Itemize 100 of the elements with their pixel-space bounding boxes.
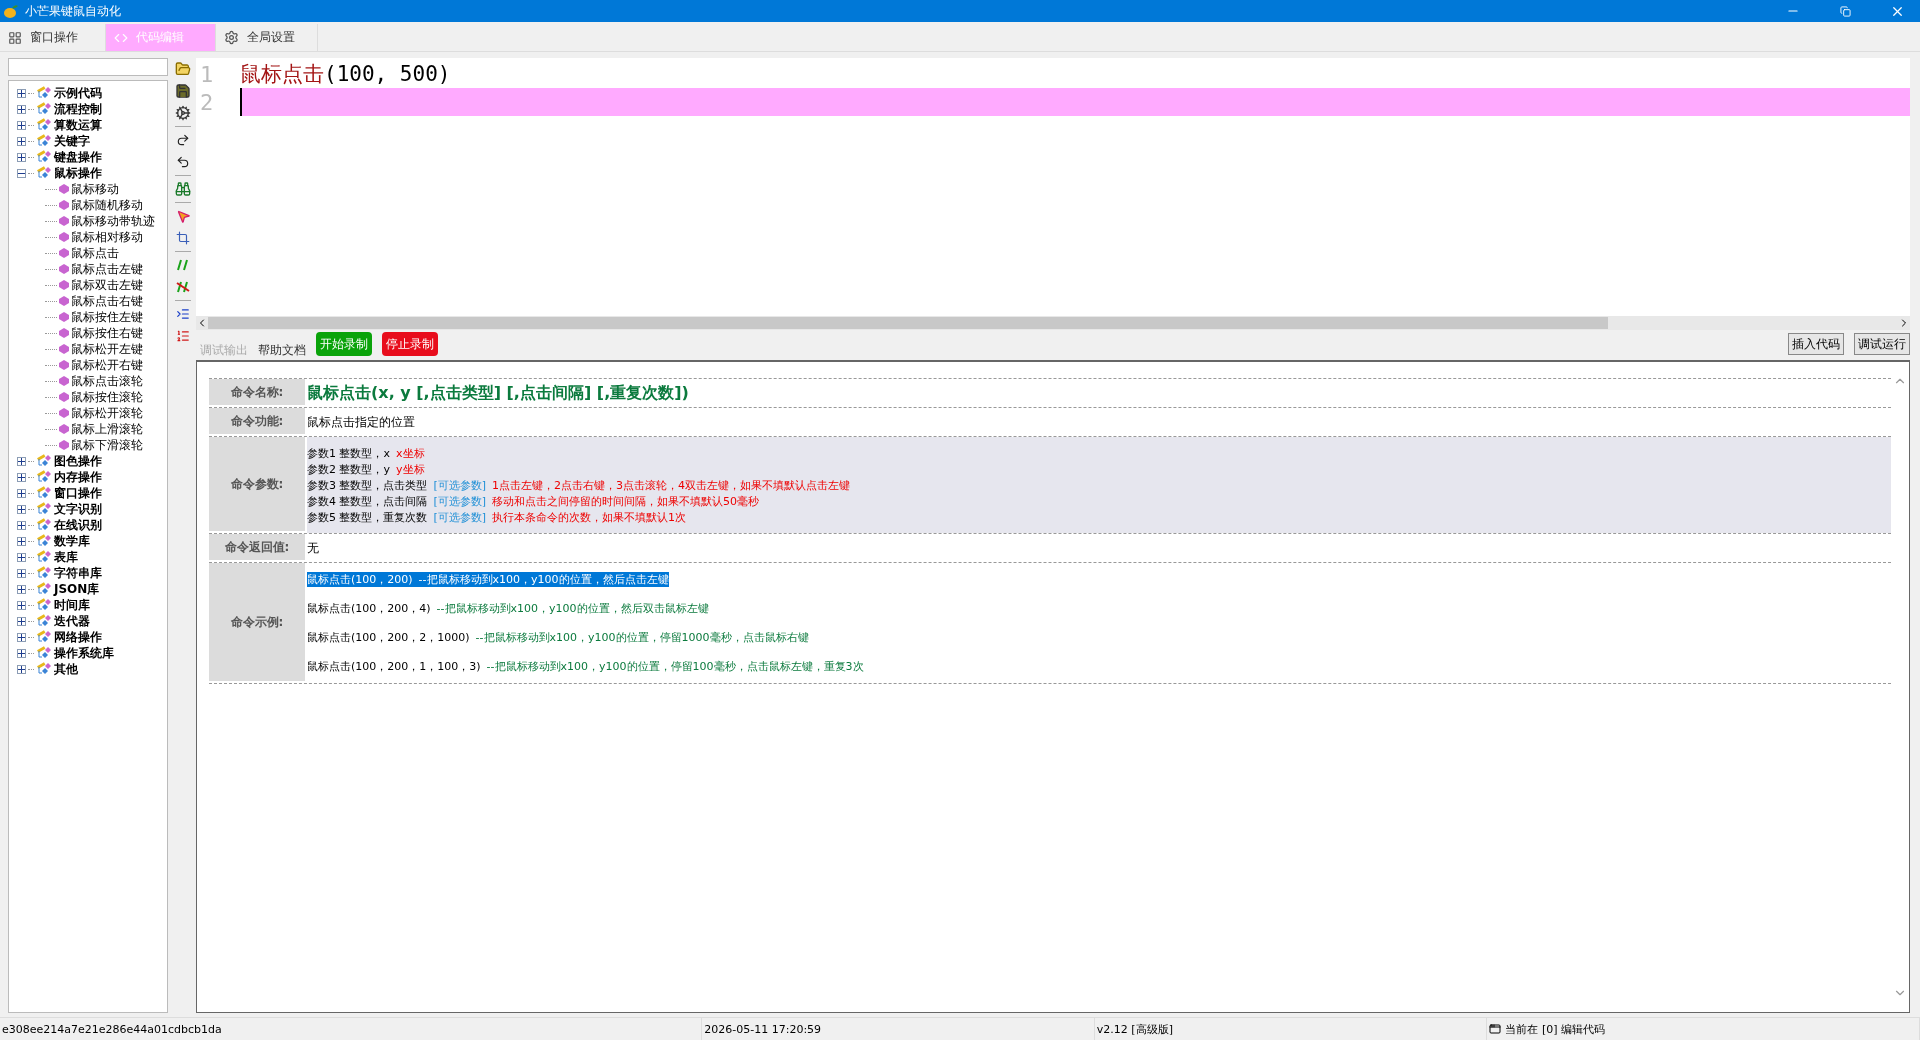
param-text: 参数1 整数型，x — [307, 445, 390, 461]
grid-icon — [8, 30, 22, 45]
category-icon — [36, 534, 52, 548]
tree-category[interactable]: 其他 — [54, 660, 78, 678]
window-title: 小芒果键鼠自动化 — [25, 2, 122, 20]
tree-category[interactable]: 鼠标操作 — [54, 164, 102, 182]
tree-item[interactable]: 鼠标上滑滚轮 — [71, 420, 143, 438]
tree-item[interactable]: 鼠标移动带轨迹 — [71, 212, 155, 230]
tree-category[interactable]: 在线识别 — [54, 516, 102, 534]
window-icon — [1489, 1023, 1502, 1035]
tree-item[interactable]: 鼠标下滑滚轮 — [71, 436, 143, 454]
horizontal-scrollbar[interactable] — [196, 316, 1910, 330]
action-button[interactable]: 插入代码 — [1788, 333, 1844, 355]
code-editor[interactable]: 1 鼠标点击(100, 500) 2 — [196, 58, 1910, 330]
param-description: 1点击左键，2点击右键，3点击滚轮，4双击左键，如果不填默认点击左键 — [492, 477, 851, 493]
tree-category[interactable]: 数学库 — [54, 532, 90, 550]
tree-category[interactable]: 内存操作 — [54, 468, 102, 486]
search-field[interactable] — [8, 58, 168, 76]
expand-toggle[interactable] — [17, 152, 26, 162]
expand-toggle[interactable] — [17, 616, 26, 626]
tree-category[interactable]: 流程控制 — [54, 100, 102, 118]
example-line[interactable]: 鼠标点击(100，200，4) --把鼠标移动到x100，y100的位置，然后双击鼠标左键 — [307, 601, 709, 616]
tree-item[interactable]: 鼠标点击 — [71, 244, 119, 262]
plus-icon — [18, 585, 25, 593]
tree-category[interactable]: 示例代码 — [54, 84, 102, 102]
tree-item[interactable]: 鼠标按住左键 — [71, 308, 143, 326]
tree-item[interactable]: 鼠标按住右键 — [71, 324, 143, 342]
save-icon[interactable] — [174, 82, 192, 100]
optional-tag: [可选参数] — [433, 477, 487, 493]
tree-category[interactable]: 迭代器 — [54, 612, 90, 630]
expand-toggle[interactable] — [17, 504, 26, 514]
expand-toggle[interactable] — [17, 632, 26, 642]
category-icon — [36, 630, 52, 644]
tree-item[interactable]: 鼠标点击左键 — [71, 260, 143, 278]
stop-record-button[interactable]: 停止录制 — [382, 332, 438, 356]
expand-toggle[interactable] — [17, 648, 26, 658]
code-function: 鼠标点击 — [240, 61, 324, 88]
tree-item[interactable]: 鼠标按住滚轮 — [71, 388, 143, 406]
expand-toggle[interactable] — [17, 120, 26, 130]
tree-item[interactable]: 鼠标移动 — [71, 180, 119, 198]
tree-category[interactable]: 表库 — [54, 548, 78, 566]
tree-category[interactable]: 字符串库 — [54, 564, 102, 582]
tree-category[interactable]: 文字识别 — [54, 500, 102, 518]
command-signature: 鼠标点击(x, y [,点击类型] [,点击间隔] [,重复次数]) — [307, 382, 690, 404]
collapse-toggle[interactable] — [17, 168, 26, 178]
category-icon — [36, 518, 52, 532]
plus-icon — [18, 617, 25, 625]
binoculars-icon[interactable] — [174, 180, 192, 198]
param-description: y坐标 — [396, 461, 425, 477]
tree-category[interactable]: 网络操作 — [54, 628, 102, 646]
tree-item[interactable]: 鼠标松开右键 — [71, 356, 143, 374]
expand-toggle[interactable] — [17, 536, 26, 546]
example-line[interactable]: 鼠标点击(100，200，1，100，3) --把鼠标移动到x100，y100的位置，停留100毫秒，点击鼠标左键，重复3次 — [307, 659, 864, 674]
mango-icon — [3, 3, 19, 19]
row-label: 命令参数: — [209, 437, 305, 533]
category-icon — [36, 470, 52, 484]
expand-toggle[interactable] — [17, 136, 26, 146]
category-icon — [36, 118, 52, 132]
category-icon — [36, 662, 52, 676]
param-text: 参数3 整数型，点击类型 — [307, 477, 428, 493]
plus-icon — [18, 505, 25, 513]
tree-category[interactable]: 关键字 — [54, 132, 90, 150]
tree-category[interactable]: 操作系统库 — [54, 644, 114, 662]
help-text: 无 — [307, 539, 320, 557]
tree-category[interactable]: 图色操作 — [54, 452, 102, 470]
param-description: 执行本条命令的次数，如果不填默认1次 — [492, 509, 687, 525]
expand-toggle[interactable] — [17, 664, 26, 674]
status-text: e308ee214a7e21e286e44a01cdbcb1da — [2, 1022, 222, 1036]
tree-item[interactable]: 鼠标随机移动 — [71, 196, 143, 214]
tree-item[interactable]: 鼠标相对移动 — [71, 228, 143, 246]
tree-item[interactable]: 鼠标点击滚轮 — [71, 372, 143, 390]
expand-toggle[interactable] — [17, 472, 26, 482]
expand-toggle[interactable] — [17, 456, 26, 466]
tree-item[interactable]: 鼠标点击右键 — [71, 292, 143, 310]
folder-icon[interactable] — [174, 60, 192, 78]
expand-toggle[interactable] — [17, 552, 26, 562]
tree-category[interactable]: 窗口操作 — [54, 484, 102, 502]
tree-category[interactable]: 算数运算 — [54, 116, 102, 134]
plus-icon — [18, 521, 25, 529]
category-icon — [36, 102, 52, 116]
category-icon — [36, 550, 52, 564]
output-tab[interactable]: 帮助文档 — [258, 342, 306, 359]
tree-category[interactable]: 键盘操作 — [54, 148, 102, 166]
plus-icon — [18, 649, 25, 657]
crop-icon[interactable] — [174, 229, 192, 247]
expand-toggle[interactable] — [17, 600, 26, 610]
expand-toggle[interactable] — [17, 520, 26, 530]
tree-item[interactable]: 鼠标松开左键 — [71, 340, 143, 358]
expand-toggle[interactable] — [17, 488, 26, 498]
expand-toggle[interactable] — [17, 568, 26, 578]
expand-toggle[interactable] — [17, 88, 26, 98]
action-button[interactable]: 调试运行 — [1854, 333, 1910, 355]
tree-item[interactable]: 鼠标双击左键 — [71, 276, 143, 294]
param-text: 参数2 整数型，y — [307, 461, 390, 477]
example-line[interactable]: 鼠标点击(100，200，2，1000) --把鼠标移动到x100，y100的位置，停留1000毫秒，点击鼠标右键 — [307, 630, 809, 645]
expand-toggle[interactable] — [17, 104, 26, 114]
tree-category[interactable]: 时间库 — [54, 596, 90, 614]
tree-category[interactable]: JSON库 — [54, 580, 100, 598]
tree-item[interactable]: 鼠标松开滚轮 — [71, 404, 143, 422]
expand-toggle[interactable] — [17, 584, 26, 594]
